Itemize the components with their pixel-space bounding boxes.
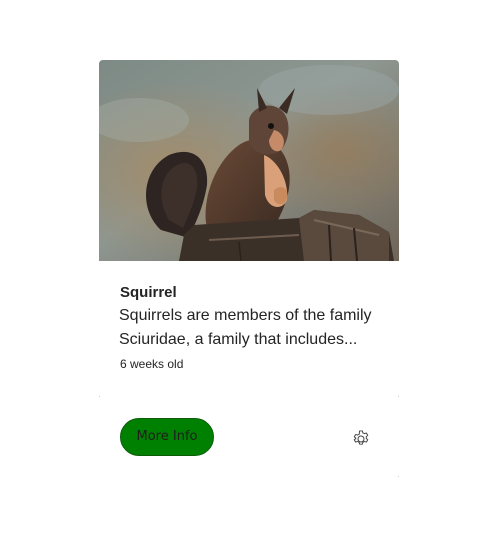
card-age: 6 weeks old — [120, 357, 184, 371]
animal-card: Squirrel Squirrels are members of the fa… — [99, 60, 399, 480]
card-description: Squirrels are members of the family Sciu… — [119, 307, 372, 348]
squirrel-image — [99, 60, 399, 261]
card-title: Squirrel — [120, 284, 177, 301]
squirrel-photo-illustration — [99, 60, 399, 261]
gear-icon — [353, 430, 369, 445]
card-corner-mark — [398, 476, 399, 477]
card-divider — [99, 396, 399, 397]
settings-button[interactable] — [349, 427, 373, 451]
more-info-button[interactable]: More Info — [120, 418, 214, 456]
